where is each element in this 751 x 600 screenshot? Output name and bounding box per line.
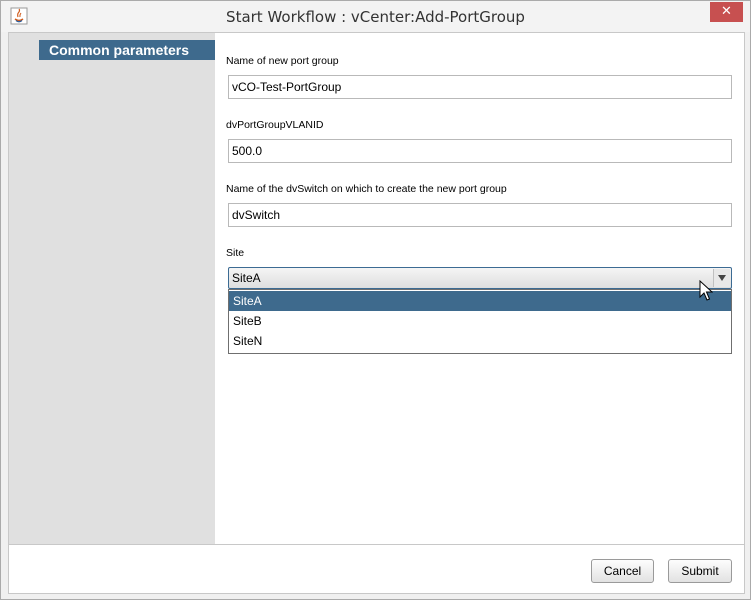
window-title: Start Workflow : vCenter:Add-PortGroup [226, 8, 525, 26]
close-icon: ✕ [721, 4, 732, 19]
site-option-sitea[interactable]: SiteA [229, 291, 731, 311]
dvswitch-label: Name of the dvSwitch on which to create … [226, 183, 507, 195]
close-button[interactable]: ✕ [710, 2, 743, 22]
submit-button[interactable]: Submit [668, 559, 732, 583]
title-bar[interactable]: Start Workflow : vCenter:Add-PortGroup ✕ [1, 1, 750, 32]
port-group-name-input[interactable]: vCO-Test-PortGroup [228, 75, 732, 99]
port-group-name-label: Name of new port group [226, 55, 339, 67]
workflow-dialog: Start Workflow : vCenter:Add-PortGroup ✕… [0, 0, 751, 600]
parameters-form: Name of new port group vCO-Test-PortGrou… [215, 33, 744, 544]
site-select-value: SiteA [232, 271, 261, 285]
dialog-content: Common parameters Name of new port group… [8, 32, 745, 594]
dvswitch-input[interactable]: dvSwitch [228, 203, 732, 227]
vlan-id-input[interactable]: 500.0 [228, 139, 732, 163]
site-option-siteb[interactable]: SiteB [229, 311, 731, 331]
sidebar: Common parameters [9, 33, 215, 544]
site-label: Site [226, 247, 245, 259]
dropdown-arrow-button[interactable] [713, 269, 730, 287]
chevron-down-icon [718, 275, 726, 281]
site-option-siten[interactable]: SiteN [229, 331, 731, 351]
vlan-id-label: dvPortGroupVLANID [226, 119, 324, 131]
site-select[interactable]: SiteA [228, 267, 732, 289]
sidebar-item-common-parameters[interactable]: Common parameters [39, 40, 215, 60]
cancel-button[interactable]: Cancel [591, 559, 654, 583]
site-dropdown-list: SiteA SiteB SiteN [228, 289, 732, 354]
dialog-footer: Cancel Submit [9, 544, 744, 593]
mouse-cursor-icon [699, 279, 714, 305]
